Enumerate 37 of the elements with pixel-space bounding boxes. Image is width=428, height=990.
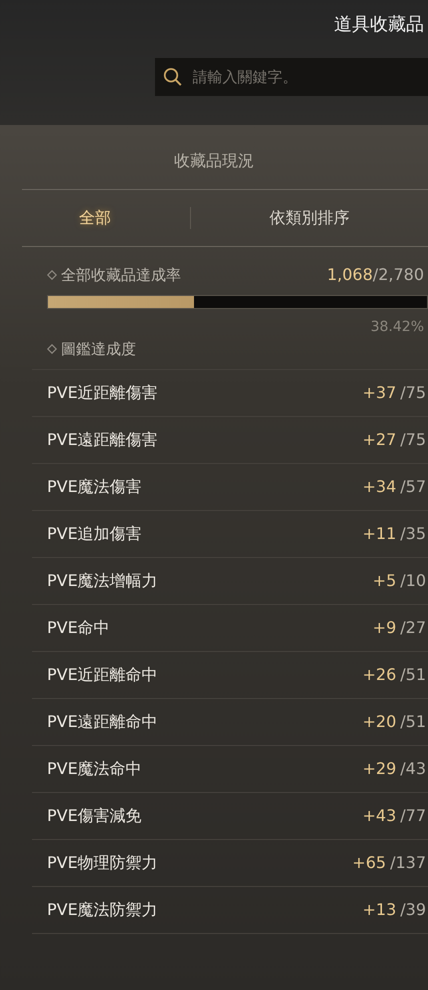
stat-name: PVE魔法增幅力: [47, 570, 158, 592]
stat-value: +37 /75: [362, 382, 426, 404]
stat-name: PVE近距離傷害: [47, 382, 158, 404]
stat-value: +27 /75: [362, 428, 426, 450]
stat-name: PVE近距離命中: [47, 664, 158, 686]
percent-text: 38.42%: [370, 318, 424, 337]
stat-name: PVE遠距離傷害: [47, 428, 158, 450]
diamond-icon: [47, 344, 57, 354]
overall-count: 1,068/2,780: [326, 264, 424, 286]
section-title: 收藏品現況: [174, 151, 254, 170]
stat-name: PVE傷害減免: [47, 804, 142, 826]
stat-name: PVE遠距離命中: [47, 710, 158, 732]
filter-tab[interactable]: 全部: [78, 206, 111, 230]
overall-label: 全部收藏品達成率: [61, 264, 181, 286]
stat-value: +13 /39: [362, 898, 426, 920]
stat-name: PVE魔法防禦力: [47, 898, 158, 920]
stat-name: PVE魔法傷害: [47, 476, 142, 498]
search-field[interactable]: 請輸入關鍵字。: [155, 58, 428, 96]
stat-value: +11 /35: [362, 522, 426, 544]
stat-value: +9 /27: [372, 616, 426, 638]
search-input[interactable]: 請輸入關鍵字。: [190, 64, 420, 90]
window-title: 道具收藏品: [334, 16, 424, 34]
filter-tab[interactable]: 依類別排序: [269, 206, 350, 230]
diamond-icon: [47, 270, 57, 280]
stat-value: +5 /10: [372, 570, 426, 592]
stat-value: +26 /51: [362, 664, 426, 686]
stat-name: PVE追加傷害: [47, 522, 142, 544]
codex-label: 圖鑑達成度: [61, 339, 136, 360]
stat-name: PVE物理防禦力: [47, 852, 158, 874]
stat-value: +20 /51: [362, 710, 426, 732]
stat-value: +29 /43: [362, 758, 426, 780]
search-icon: [163, 66, 183, 88]
stat-value: +43 /77: [362, 804, 426, 826]
stat-name: PVE命中: [47, 616, 110, 638]
stat-value: +34 /57: [362, 476, 426, 498]
stat-value: +65 /137: [352, 852, 426, 874]
stat-name: PVE魔法命中: [47, 758, 142, 780]
